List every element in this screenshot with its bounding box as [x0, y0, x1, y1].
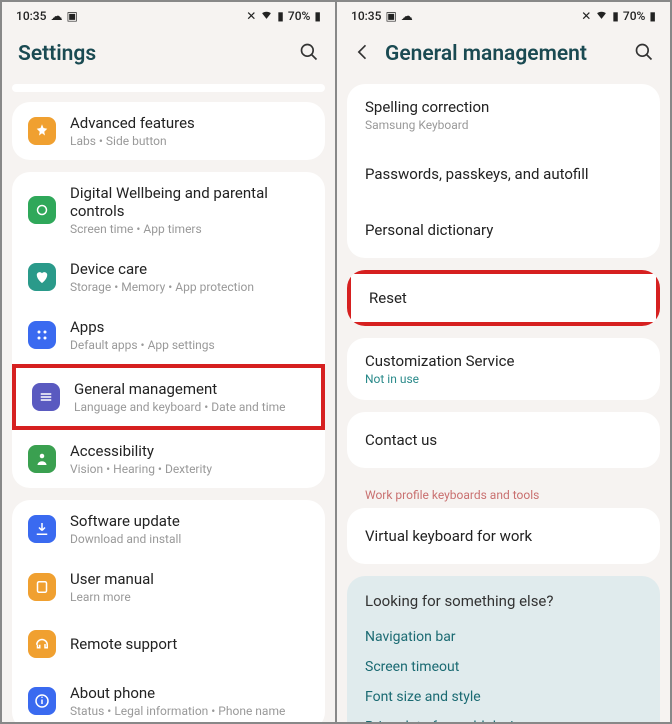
settings-list: Advanced features Labs • Side button Digi…: [2, 84, 335, 722]
battery-label: 70%: [623, 9, 645, 23]
item-title: Device care: [70, 260, 309, 278]
item-subtitle: Vision • Hearing • Dexterity: [70, 462, 309, 476]
wifi-icon: [595, 8, 608, 24]
item-subtitle: Language and keyboard • Date and time: [74, 400, 305, 414]
item-title: General management: [74, 380, 305, 398]
signal-icon: ▮: [612, 9, 619, 23]
heart-icon: [28, 263, 56, 291]
item-title: Passwords, passkeys, and autofill: [365, 165, 642, 183]
item-title: Apps: [70, 318, 309, 336]
section-label: Work profile keyboards and tools: [347, 480, 660, 508]
item-title: Virtual keyboard for work: [365, 527, 642, 545]
book-icon: [28, 573, 56, 601]
looking-for-title: Looking for something else?: [365, 592, 642, 610]
menu-icon: [32, 383, 60, 411]
lookfor-link[interactable]: Navigation bar: [365, 622, 642, 652]
item-title: Spelling correction: [365, 98, 642, 116]
item-subtitle: Samsung Keyboard: [365, 118, 642, 132]
settings-item-advanced-features[interactable]: Advanced features Labs • Side button: [12, 102, 325, 160]
header: Settings: [2, 30, 335, 84]
page-title: General management: [385, 42, 634, 66]
status-bar: 10:35 ▣ ☁ ✕ ▮ 70% ▮: [337, 2, 670, 30]
star-icon: [28, 117, 56, 145]
item-subtitle: Download and install: [70, 532, 309, 546]
back-button[interactable]: [353, 42, 373, 66]
item-reset[interactable]: Reset: [347, 270, 660, 326]
header: General management: [337, 30, 670, 84]
cloud-icon: ☁: [401, 9, 413, 23]
search-icon[interactable]: [299, 42, 319, 66]
item-personal-dictionary[interactable]: Personal dictionary: [347, 202, 660, 258]
settings-item-digital-wellbeing-and-parental-controls[interactable]: Digital Wellbeing and parental controls S…: [12, 172, 325, 248]
item-subtitle: Status • Legal information • Phone name: [70, 704, 309, 718]
settings-item-device-care[interactable]: Device care Storage • Memory • App protec…: [12, 248, 325, 306]
settings-item-about-phone[interactable]: About phone Status • Legal information • …: [12, 672, 325, 722]
settings-item-software-update[interactable]: Software update Download and install: [12, 500, 325, 558]
item-customization-service[interactable]: Customization Service Not in use: [347, 338, 660, 400]
image-icon: ▣: [66, 9, 77, 23]
status-bar: 10:35 ☁ ▣ ✕ ▮ 70% ▮: [2, 2, 335, 30]
signal-icon: ▮: [277, 9, 284, 23]
item-title: User manual: [70, 570, 309, 588]
search-icon[interactable]: [634, 42, 654, 66]
item-subtitle: Storage • Memory • App protection: [70, 280, 309, 294]
item-title: Reset: [369, 289, 638, 307]
item-subtitle: Labs • Side button: [70, 134, 309, 148]
item-contact-us[interactable]: Contact us: [347, 412, 660, 468]
item-title: About phone: [70, 684, 309, 702]
lookfor-link[interactable]: Screen timeout: [365, 652, 642, 682]
item-title: Accessibility: [70, 442, 309, 460]
info-icon: [28, 687, 56, 715]
settings-item-user-manual[interactable]: User manual Learn more: [12, 558, 325, 616]
item-subtitle: Not in use: [365, 372, 642, 386]
item-title: Remote support: [70, 635, 309, 653]
cloud-icon: ☁: [50, 9, 62, 23]
item-spelling-correction[interactable]: Spelling correction Samsung Keyboard: [347, 84, 660, 146]
mute-icon: ✕: [581, 9, 591, 23]
looking-for-card: Looking for something else? Navigation b…: [347, 576, 660, 722]
image-icon: ▣: [385, 9, 396, 23]
clock: 10:35: [16, 9, 46, 23]
item-title: Advanced features: [70, 114, 309, 132]
headset-icon: [28, 630, 56, 658]
item-title: Digital Wellbeing and parental controls: [70, 184, 309, 220]
settings-item-remote-support[interactable]: Remote support: [12, 616, 325, 672]
lookfor-link[interactable]: Font size and style: [365, 682, 642, 712]
clock: 10:35: [351, 9, 381, 23]
settings-item-accessibility[interactable]: Accessibility Vision • Hearing • Dexterit…: [12, 430, 325, 488]
item-title: Customization Service: [365, 352, 642, 370]
battery-icon: ▮: [314, 9, 321, 23]
item-passwords-passkeys-and-autofill[interactable]: Passwords, passkeys, and autofill: [347, 146, 660, 202]
item-virtual-keyboard[interactable]: Virtual keyboard for work: [347, 508, 660, 564]
download-icon: [28, 515, 56, 543]
battery-icon: ▮: [649, 9, 656, 23]
item-title: Contact us: [365, 431, 642, 449]
settings-item-apps[interactable]: Apps Default apps • App settings: [12, 306, 325, 364]
lookfor-link[interactable]: Bring data from old device: [365, 712, 642, 722]
circle-icon: [28, 196, 56, 224]
battery-label: 70%: [288, 9, 310, 23]
card-peek: [12, 84, 325, 92]
item-subtitle: Learn more: [70, 590, 309, 604]
screen-settings: 10:35 ☁ ▣ ✕ ▮ 70% ▮ Settings Advanced fe…: [2, 2, 335, 722]
item-title: Software update: [70, 512, 309, 530]
item-subtitle: Default apps • App settings: [70, 338, 309, 352]
person-icon: [28, 445, 56, 473]
settings-item-general-management[interactable]: General management Language and keyboard …: [12, 364, 325, 430]
item-subtitle: Screen time • App timers: [70, 222, 309, 236]
page-title: Settings: [18, 42, 299, 66]
gm-list: Spelling correction Samsung Keyboard Passw…: [337, 84, 670, 722]
dots-icon: [28, 321, 56, 349]
item-title: Personal dictionary: [365, 221, 642, 239]
wifi-icon: [260, 8, 273, 24]
screen-general-management: 10:35 ▣ ☁ ✕ ▮ 70% ▮ General management S…: [337, 2, 670, 722]
mute-icon: ✕: [246, 9, 256, 23]
